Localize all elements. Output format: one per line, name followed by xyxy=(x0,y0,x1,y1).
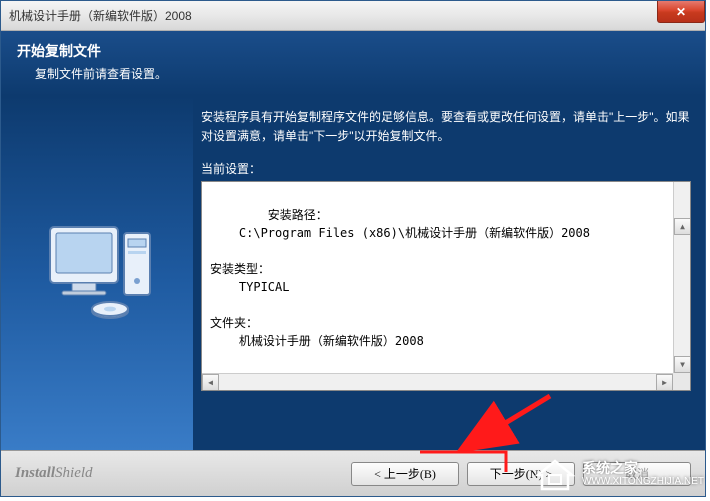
installshield-brand: InstallShield xyxy=(15,465,93,482)
watermark: 系统之家 WWW.XITONGZHIJIA.NET xyxy=(534,453,704,495)
content-panel: 安装程序具有开始复制程序文件的足够信息。要查看或更改任何设置，请单击"上一步"。… xyxy=(193,96,705,456)
header-subtitle: 复制文件前请查看设置。 xyxy=(17,65,689,82)
watermark-text: 系统之家 WWW.XITONGZHIJIA.NET xyxy=(582,461,704,487)
header-panel: 开始复制文件 复制文件前请查看设置。 xyxy=(1,31,705,96)
scroll-left-icon[interactable]: ◀ xyxy=(202,374,219,391)
scrollbar-corner xyxy=(673,373,690,390)
settings-label: 当前设置： xyxy=(201,160,691,177)
header-title: 开始复制文件 xyxy=(17,41,689,61)
close-icon: ✕ xyxy=(676,5,686,19)
back-button[interactable]: < 上一步(B) xyxy=(351,462,459,486)
scrollbar-horizontal[interactable]: ◀ ▶ xyxy=(202,373,673,390)
computer-icon xyxy=(32,209,162,344)
sidebar-image xyxy=(1,96,193,456)
window-title: 机械设计手册（新编软件版）2008 xyxy=(9,7,192,24)
scrollbar-vertical[interactable]: ▲ ▼ xyxy=(673,182,690,373)
close-button[interactable]: ✕ xyxy=(657,1,705,23)
titlebar: 机械设计手册（新编软件版）2008 ✕ xyxy=(1,1,705,31)
watermark-logo-icon xyxy=(534,453,576,495)
scroll-up-icon[interactable]: ▲ xyxy=(674,218,691,235)
scroll-down-icon[interactable]: ▼ xyxy=(674,356,691,373)
installer-window: 机械设计手册（新编软件版）2008 ✕ 开始复制文件 复制文件前请查看设置。 xyxy=(0,0,706,497)
main-area: 安装程序具有开始复制程序文件的足够信息。要查看或更改任何设置，请单击"上一步"。… xyxy=(1,96,705,456)
scroll-right-icon[interactable]: ▶ xyxy=(656,374,673,391)
settings-content: 安装路径： C:\Program Files (x86)\机械设计手册（新编软件… xyxy=(210,208,590,348)
instructions-text: 安装程序具有开始复制程序文件的足够信息。要查看或更改任何设置，请单击"上一步"。… xyxy=(201,108,691,146)
settings-textbox[interactable]: 安装路径： C:\Program Files (x86)\机械设计手册（新编软件… xyxy=(201,181,691,391)
